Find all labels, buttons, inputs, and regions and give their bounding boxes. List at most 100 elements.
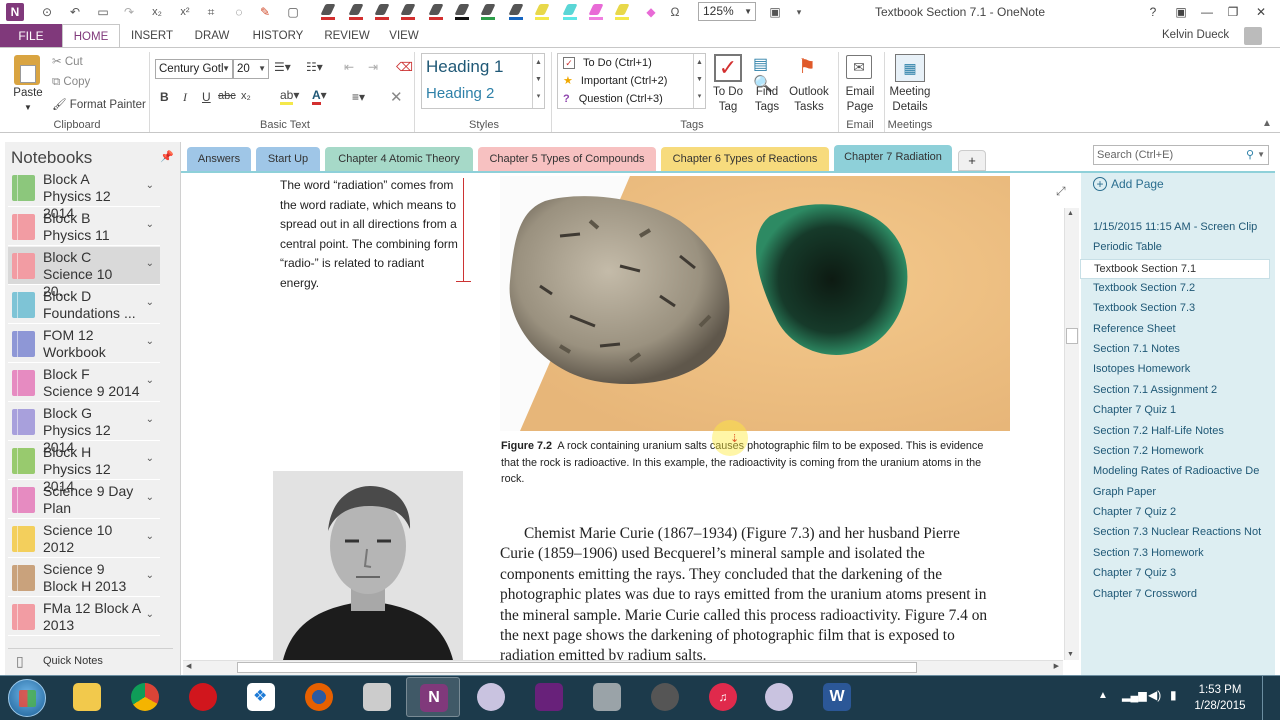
- subscript-button[interactable]: x₂: [241, 90, 251, 102]
- notebook-item[interactable]: FOM 12 Workbook ⌄: [8, 325, 160, 363]
- todo-tag-icon[interactable]: ✓: [714, 54, 742, 82]
- section-tab[interactable]: Start Up: [256, 147, 320, 171]
- meeting-icon[interactable]: ▦: [895, 54, 925, 82]
- highlighter-icon[interactable]: [562, 3, 578, 21]
- chevron-down-icon[interactable]: ⌄: [146, 414, 154, 425]
- taskbar-explorer[interactable]: [60, 677, 114, 717]
- flag-icon[interactable]: ⚑: [798, 54, 820, 82]
- taskbar-onenote[interactable]: N: [406, 677, 460, 717]
- eraser-tool-icon[interactable]: ◆: [642, 3, 660, 21]
- dock-icon[interactable]: ▭: [94, 3, 112, 21]
- email-icon[interactable]: ✉: [846, 55, 872, 79]
- find-tags-button[interactable]: Find Tags: [751, 85, 783, 115]
- style-heading2[interactable]: Heading 2: [426, 85, 494, 102]
- close-icon[interactable]: ✕: [1250, 2, 1272, 22]
- notebook-item[interactable]: FMa 12 Block A 2013 ⌄: [8, 598, 160, 636]
- network-icon[interactable]: ▂▄▆: [1122, 689, 1147, 702]
- scroll-down-icon[interactable]: ▼: [1067, 651, 1074, 658]
- bold-button[interactable]: B: [160, 90, 169, 104]
- quick-notes[interactable]: ▯ Quick Notes: [8, 648, 173, 674]
- notebook-item[interactable]: Block G Physics 12 2014 ⌄: [8, 403, 160, 455]
- page-item-selected[interactable]: Textbook Section 7.1: [1080, 259, 1270, 279]
- page-item[interactable]: Chapter 7 Quiz 2: [1093, 506, 1265, 518]
- avatar[interactable]: [1244, 27, 1262, 45]
- notebook-item[interactable]: Block F Science 9 2014 ⌄: [8, 364, 160, 402]
- user-name[interactable]: Kelvin Dueck: [1162, 29, 1229, 41]
- restore-icon[interactable]: ❐: [1222, 2, 1244, 22]
- taskbar-app2[interactable]: [752, 677, 806, 717]
- symbol-icon[interactable]: Ω: [666, 3, 684, 21]
- highlight-color-icon[interactable]: ab▾: [280, 88, 299, 105]
- tag-todo[interactable]: ✓ To Do (Ctrl+1): [563, 54, 652, 72]
- highlighter-icon[interactable]: [614, 3, 630, 21]
- page-item[interactable]: Section 7.1 Notes: [1093, 343, 1265, 355]
- taskbar-chrome[interactable]: [118, 677, 172, 717]
- scroll-right-icon[interactable]: ▶: [1054, 662, 1059, 670]
- taskbar-visual-studio[interactable]: [522, 677, 576, 717]
- underline-button[interactable]: U: [202, 90, 211, 104]
- pen-icon[interactable]: [320, 3, 336, 21]
- chevron-down-icon[interactable]: ⌄: [146, 453, 154, 464]
- taskbar-opera[interactable]: [176, 677, 230, 717]
- shape-icon[interactable]: ◌: [230, 3, 248, 21]
- taskbar-word[interactable]: W: [810, 677, 864, 717]
- format-painter-button[interactable]: 🖌 Format Painter: [52, 97, 146, 111]
- scroll-up-icon[interactable]: ▲: [1067, 210, 1074, 217]
- gallery-scroll[interactable]: ▲ ▼ ▾: [693, 54, 705, 108]
- section-tab[interactable]: Chapter 5 Types of Compounds: [478, 147, 656, 171]
- page-item[interactable]: 1/15/2015 11:15 AM - Screen Clip: [1093, 221, 1265, 233]
- copy-button[interactable]: ⧉ Copy: [52, 76, 90, 89]
- taskbar-dropbox[interactable]: ❖: [234, 677, 288, 717]
- pen-icon[interactable]: [348, 3, 364, 21]
- tray-expand-icon[interactable]: ▲: [1098, 690, 1108, 701]
- pen-icon[interactable]: [454, 3, 470, 21]
- font-size-select[interactable]: 20 ▼: [233, 59, 269, 79]
- page-item[interactable]: Chapter 7 Quiz 1: [1093, 404, 1265, 416]
- minimize-icon[interactable]: —: [1196, 2, 1218, 22]
- highlighter-icon[interactable]: [534, 3, 550, 21]
- subscript-icon[interactable]: x₂: [148, 3, 166, 21]
- notebook-item[interactable]: Science 9 Block H 2013 ⌄: [8, 559, 160, 597]
- outlook-tasks-button[interactable]: Outlook Tasks: [786, 85, 832, 115]
- tab-insert[interactable]: INSERT: [124, 24, 180, 48]
- clear-formatting-icon[interactable]: ⌫: [396, 60, 413, 74]
- add-page-button[interactable]: + Add Page: [1093, 177, 1164, 191]
- find-tags-icon[interactable]: ▤🔍: [753, 54, 783, 93]
- pen-icon[interactable]: [374, 3, 390, 21]
- redo-icon[interactable]: ↷: [120, 3, 138, 21]
- chevron-down-icon[interactable]: ⌄: [146, 570, 154, 581]
- eraser-icon[interactable]: ✎: [256, 3, 274, 21]
- tag-question[interactable]: ? Question (Ctrl+3): [563, 90, 663, 108]
- battery-icon[interactable]: ▮: [1170, 688, 1177, 702]
- taskbar-flash[interactable]: [638, 677, 692, 717]
- page-item[interactable]: Section 7.3 Nuclear Reactions Not: [1093, 526, 1265, 538]
- back-icon[interactable]: ⊙: [38, 3, 56, 21]
- start-button[interactable]: [8, 679, 46, 717]
- chevron-down-icon[interactable]: ⌄: [146, 531, 154, 542]
- page-item[interactable]: Graph Paper: [1093, 486, 1265, 498]
- horizontal-scrollbar[interactable]: ◀ ▶: [183, 660, 1063, 675]
- chevron-down-icon[interactable]: ⌄: [146, 180, 154, 191]
- scroll-left-icon[interactable]: ◀: [186, 662, 191, 670]
- gallery-scroll[interactable]: ▲ ▼ ▾: [532, 54, 544, 108]
- notebook-item[interactable]: Block A Physics 12 2014 ⌄: [8, 169, 160, 221]
- chevron-down-icon[interactable]: ▼: [1257, 146, 1265, 164]
- help-icon[interactable]: ?: [1142, 2, 1164, 22]
- section-tab[interactable]: Answers: [187, 147, 251, 171]
- italic-button[interactable]: I: [183, 90, 187, 105]
- page-item[interactable]: Section 7.1 Assignment 2: [1093, 384, 1265, 396]
- page-item[interactable]: Textbook Section 7.3: [1093, 302, 1265, 314]
- lasso-icon[interactable]: ⌗: [202, 3, 220, 21]
- decrease-indent-icon[interactable]: ⇤: [344, 60, 354, 74]
- volume-icon[interactable]: ◀): [1148, 688, 1161, 702]
- tab-view[interactable]: VIEW: [382, 24, 426, 48]
- cut-button[interactable]: ✂ Cut: [52, 54, 83, 68]
- tab-draw[interactable]: DRAW: [186, 24, 238, 48]
- taskbar-itunes[interactable]: ♫: [696, 677, 750, 717]
- tab-home[interactable]: HOME: [62, 24, 120, 48]
- chevron-down-icon[interactable]: ⌄: [146, 297, 154, 308]
- notebook-item[interactable]: Block H Physics 12 2014 ⌄: [8, 442, 160, 494]
- pen-icon[interactable]: [428, 3, 444, 21]
- search-input[interactable]: Search (Ctrl+E) ⚲ ▼: [1093, 145, 1269, 165]
- paste-icon[interactable]: [14, 55, 40, 85]
